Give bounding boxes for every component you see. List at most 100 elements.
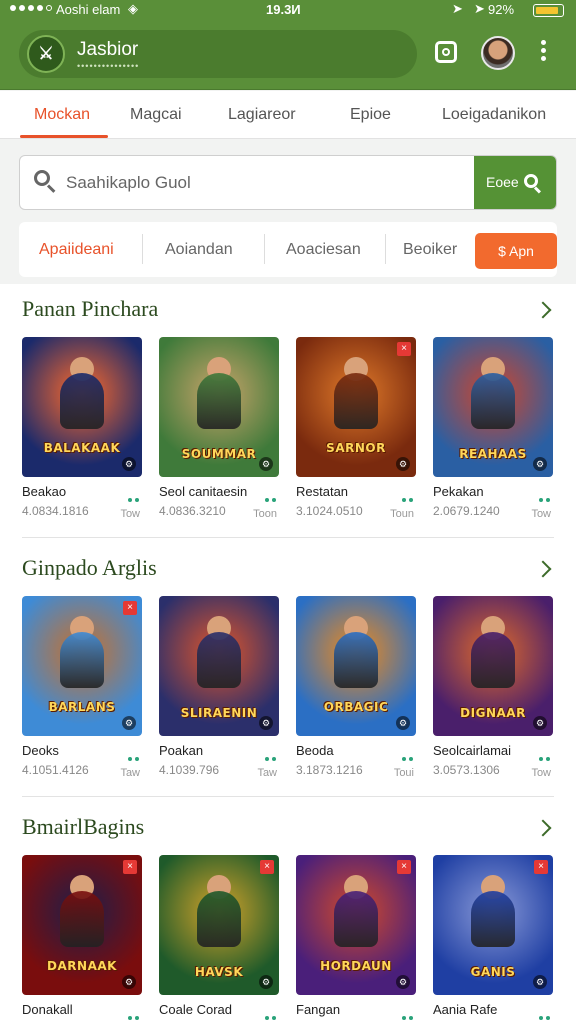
game-card[interactable]: ORBAGIC ⚙ Beoda 3.1873.1216 Toui <box>296 596 416 786</box>
game-card[interactable]: HORDAUN × ⚙ Fangan <box>296 855 416 1023</box>
chevron-right-icon[interactable] <box>534 301 552 319</box>
status-dots-icon <box>265 489 279 502</box>
game-card[interactable]: BARLANS × ⚙ Deoks 4.1051.4126 Taw <box>22 596 142 786</box>
filter-bar: Apaiideani Aoiandan Aoaciesan Beoiker $ … <box>19 222 557 277</box>
game-section: Panan Pinchara BALAKAAK ⚙ Beakao 4.0834.1816… <box>0 284 576 543</box>
game-card[interactable]: REAHAAS ⚙ Pekakan 2.0679.1240 Tow <box>433 337 553 527</box>
app-button[interactable]: $ Apn <box>475 233 557 269</box>
location-icon: ➤ <box>452 1 463 16</box>
active-tab-indicator <box>20 135 108 138</box>
game-section: BmairlBagins DARNAAK × ⚙ Donakall HAVSK × ⚙ Coal… <box>0 802 576 1024</box>
divider <box>142 234 143 264</box>
game-size: Toon <box>253 508 277 520</box>
game-logo-text: HAVSK <box>194 965 244 979</box>
game-name: Pekakan <box>433 484 484 499</box>
status-dots-icon <box>402 748 416 761</box>
tab-0[interactable]: Mockan <box>34 106 90 124</box>
game-card[interactable]: BALAKAAK ⚙ Beakao 4.0834.1816 Tow <box>22 337 142 527</box>
game-thumbnail[interactable]: HORDAUN × ⚙ <box>296 855 416 995</box>
game-card[interactable]: DIGNAAR ⚙ Seolcairlamai 3.0573.1306 Tow <box>433 596 553 786</box>
tab-3[interactable]: Epioe <box>350 106 391 124</box>
avatar[interactable] <box>481 36 515 70</box>
game-thumbnail[interactable]: SLIRAENIN ⚙ <box>159 596 279 736</box>
more-menu-icon[interactable] <box>536 40 550 68</box>
game-name: Beakao <box>22 484 67 499</box>
status-dots-icon <box>402 1007 416 1020</box>
game-name: Seolcairlamai <box>433 743 512 758</box>
badge-icon: ⚙ <box>259 716 273 730</box>
game-size: Taw <box>120 767 140 779</box>
corner-tag-icon: × <box>397 860 411 874</box>
game-logo-text: DARNAAK <box>47 959 117 973</box>
section-title: Ginpado Arglis <box>22 555 157 580</box>
badge-icon: ⚙ <box>122 457 136 471</box>
game-card[interactable]: HAVSK × ⚙ Coale Corad <box>159 855 279 1023</box>
game-card[interactable]: SARNOR × ⚙ Restatan 3.1024.0510 Toun <box>296 337 416 527</box>
game-logo-text: BALAKAAK <box>43 441 121 455</box>
search-bar: Eoee <box>19 155 557 210</box>
character-art <box>197 373 241 429</box>
game-thumbnail[interactable]: DARNAAK × ⚙ <box>22 855 142 995</box>
corner-tag-icon: × <box>123 601 137 615</box>
tab-1[interactable]: Magcai <box>130 106 182 124</box>
status-dots-icon <box>265 748 279 761</box>
game-card[interactable]: SOUMMAR ⚙ Seol canitaesin 4.0836.3210 Toon <box>159 337 279 527</box>
game-logo-text: DIGNAAR <box>460 706 526 720</box>
divider <box>22 537 554 538</box>
filter-chip-0[interactable]: Apaiideani <box>39 241 114 259</box>
filter-chip-1[interactable]: Aoiandan <box>165 241 233 259</box>
status-dots-icon <box>539 489 553 502</box>
character-art <box>334 891 378 947</box>
chevron-right-icon[interactable] <box>534 819 552 837</box>
game-thumbnail[interactable]: GANIS × ⚙ <box>433 855 553 995</box>
game-thumbnail[interactable]: BALAKAAK ⚙ <box>22 337 142 477</box>
status-dots-icon <box>128 1007 142 1020</box>
corner-tag-icon: × <box>397 342 411 356</box>
store-icon[interactable] <box>432 38 460 66</box>
battery-icon <box>533 4 564 17</box>
badge-icon: ⚙ <box>533 716 547 730</box>
navigation-icon: ➤ <box>474 1 485 16</box>
search-icon <box>524 174 542 194</box>
battery-percent: 92% <box>488 2 515 17</box>
game-logo-text: SOUMMAR <box>181 447 257 461</box>
wifi-icon: ◈ <box>128 1 138 16</box>
app-title-bar[interactable]: ⚔ Jasbior ••••••••••••••• <box>19 30 417 78</box>
tab-2[interactable]: Lagiareor <box>228 106 296 124</box>
game-meta: 4.1039.796 <box>159 763 220 777</box>
search-button-label: Eoee <box>486 174 519 190</box>
game-card[interactable]: GANIS × ⚙ Aania Rafe <box>433 855 553 1023</box>
chevron-right-icon[interactable] <box>534 560 552 578</box>
filter-chip-3[interactable]: Beoiker <box>403 241 457 259</box>
game-thumbnail[interactable]: ORBAGIC ⚙ <box>296 596 416 736</box>
app-subtitle: ••••••••••••••• <box>77 61 140 71</box>
game-thumbnail[interactable]: SARNOR × ⚙ <box>296 337 416 477</box>
status-dots-icon <box>128 748 142 761</box>
game-thumbnail[interactable]: SOUMMAR ⚙ <box>159 337 279 477</box>
game-card[interactable]: DARNAAK × ⚙ Donakall <box>22 855 142 1023</box>
filter-chip-2[interactable]: Aoaciesan <box>286 241 361 259</box>
game-size: Tow <box>120 508 140 520</box>
tab-4[interactable]: Loeigadanikon <box>442 106 546 124</box>
game-card[interactable]: SLIRAENIN ⚙ Poakan 4.1039.796 Taw <box>159 596 279 786</box>
game-logo-text: SLIRAENIN <box>180 706 258 720</box>
badge-icon: ⚙ <box>122 975 136 989</box>
game-meta: 4.0836.3210 <box>159 504 226 518</box>
search-icon <box>34 170 56 193</box>
game-thumbnail[interactable]: BARLANS × ⚙ <box>22 596 142 736</box>
status-dots-icon <box>128 489 142 502</box>
character-art <box>60 891 104 947</box>
game-meta: 3.1873.1216 <box>296 763 363 777</box>
game-thumbnail[interactable]: HAVSK × ⚙ <box>159 855 279 995</box>
character-art <box>197 632 241 688</box>
search-input[interactable] <box>66 170 466 196</box>
game-name: Aania Rafe <box>433 1002 498 1017</box>
search-button[interactable]: Eoee <box>474 156 556 209</box>
game-logo-text: ORBAGIC <box>323 700 389 714</box>
game-meta: 3.1024.0510 <box>296 504 363 518</box>
game-meta: 3.0573.1306 <box>433 763 500 777</box>
game-thumbnail[interactable]: REAHAAS ⚙ <box>433 337 553 477</box>
game-thumbnail[interactable]: DIGNAAR ⚙ <box>433 596 553 736</box>
status-dots-icon <box>265 1007 279 1020</box>
badge-icon: ⚙ <box>259 457 273 471</box>
